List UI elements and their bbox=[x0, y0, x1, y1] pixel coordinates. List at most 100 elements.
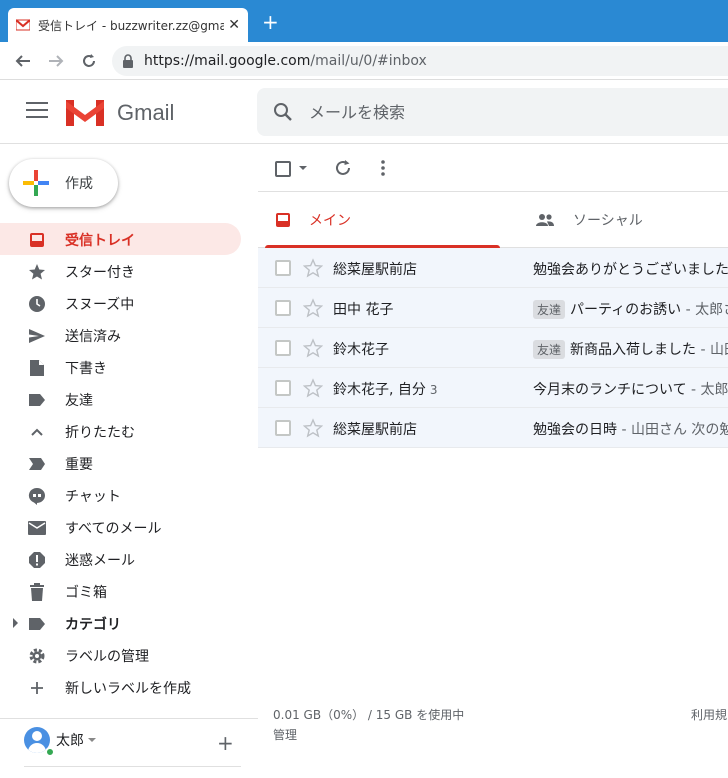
star-icon bbox=[28, 263, 46, 281]
sidebar-item-all-mail[interactable]: すべてのメール bbox=[0, 511, 250, 543]
message-list: 総菜屋駅前店 勉強会ありがとうございました 田中 花子 友達 パーティのお誘い -… bbox=[258, 248, 728, 448]
message-content: 友達パーティのお誘い - 太郎さ bbox=[533, 299, 728, 319]
sidebar-item-sent[interactable]: 送信済み bbox=[0, 319, 250, 351]
star-outline-icon[interactable] bbox=[303, 258, 323, 278]
spam-icon bbox=[28, 551, 46, 569]
message-content: 勉強会ありがとうございました bbox=[533, 259, 728, 279]
expand-arrow-icon[interactable] bbox=[13, 618, 18, 628]
table-row[interactable]: 鈴木花子, 自分3 今月末のランチについて - 太郎さ bbox=[258, 368, 728, 408]
select-dropdown-icon[interactable] bbox=[299, 166, 307, 170]
forward-arrow-icon[interactable] bbox=[46, 51, 66, 71]
more-options-icon[interactable] bbox=[380, 159, 386, 177]
reload-icon[interactable] bbox=[79, 51, 99, 71]
star-outline-icon[interactable] bbox=[303, 298, 323, 318]
refresh-icon[interactable] bbox=[334, 159, 352, 177]
sidebar-item-collapse[interactable]: 折りたたむ bbox=[0, 415, 250, 447]
sidebar-item-label: すべてのメール bbox=[65, 521, 162, 537]
table-row[interactable]: 鈴木花子 友達新商品入荷しました - 山田 bbox=[258, 328, 728, 368]
main-menu-icon[interactable] bbox=[26, 102, 48, 120]
message-snippet: - 山田 bbox=[700, 342, 728, 358]
row-checkbox[interactable] bbox=[275, 340, 291, 356]
gmail-logo-icon bbox=[66, 100, 104, 126]
sidebar-item-starred[interactable]: スター付き bbox=[0, 255, 250, 287]
row-checkbox[interactable] bbox=[275, 260, 291, 276]
tab-title: 受信トレイ - buzzwriter.zz@gmail.c bbox=[38, 18, 225, 33]
search-bar[interactable] bbox=[257, 88, 728, 136]
gear-icon bbox=[28, 647, 46, 665]
label-chip[interactable]: 友達 bbox=[533, 340, 566, 359]
browser-tab[interactable]: 受信トレイ - buzzwriter.zz@gmail.c ✕ bbox=[8, 8, 248, 42]
sidebar-item-snoozed[interactable]: スヌーズ中 bbox=[0, 287, 250, 319]
hangouts-user[interactable]: 太郎 bbox=[24, 727, 96, 753]
thread-count: 3 bbox=[429, 383, 438, 397]
row-checkbox[interactable] bbox=[275, 380, 291, 396]
bottom-divider bbox=[24, 766, 241, 767]
sidebar-item-label: スター付き bbox=[65, 265, 135, 281]
browser-tab-bar: 受信トレイ - buzzwriter.zz@gmail.c ✕ + bbox=[0, 0, 728, 42]
star-outline-icon[interactable] bbox=[303, 338, 323, 358]
message-sender: 鈴木花子, 自分 3 bbox=[333, 382, 438, 398]
mail-toolbar bbox=[258, 144, 728, 192]
sidebar-item-drafts[interactable]: 下書き bbox=[0, 351, 250, 383]
label-icon bbox=[28, 391, 46, 409]
message-subject: 勉強会ありがとうございました bbox=[533, 262, 728, 278]
sidebar-item-label: 迷惑メール bbox=[65, 553, 135, 569]
table-row[interactable]: 総菜屋駅前店 勉強会の日時 - 山田さん 次の勉 bbox=[258, 408, 728, 448]
table-row[interactable]: 総菜屋駅前店 勉強会ありがとうございました bbox=[258, 248, 728, 288]
trash-icon bbox=[28, 583, 46, 601]
mail-icon bbox=[28, 519, 46, 537]
tab-primary[interactable]: メイン bbox=[265, 192, 500, 248]
terms-link[interactable]: 利用規 bbox=[691, 706, 727, 723]
tab-social-label: ソーシャル bbox=[573, 213, 643, 229]
new-tab-button[interactable]: + bbox=[262, 12, 279, 32]
important-icon bbox=[28, 455, 46, 473]
compose-plus-icon bbox=[23, 170, 49, 196]
sidebar-item-important[interactable]: 重要 bbox=[0, 447, 250, 479]
sidebar-item-create-label[interactable]: 新しいラベルを作成 bbox=[0, 671, 250, 703]
sidebar-item-chat[interactable]: チャット bbox=[0, 479, 250, 511]
url-path: /mail/u/0/#inbox bbox=[310, 53, 427, 69]
send-icon bbox=[28, 327, 46, 345]
sidebar-item-friends[interactable]: 友達 bbox=[0, 383, 250, 415]
plus-icon bbox=[28, 679, 46, 697]
back-arrow-icon[interactable] bbox=[13, 51, 33, 71]
search-icon[interactable] bbox=[273, 102, 293, 122]
star-outline-icon[interactable] bbox=[303, 378, 323, 398]
inbox-icon bbox=[276, 213, 290, 227]
tab-social[interactable]: ソーシャル bbox=[525, 192, 643, 248]
message-sender: 田中 花子 bbox=[333, 302, 394, 318]
chevron-down-icon[interactable] bbox=[88, 738, 96, 742]
message-sender: 鈴木花子 bbox=[333, 342, 389, 358]
address-bar: https://mail.google.com/mail/u/0/#inbox bbox=[0, 42, 728, 80]
add-hangout-button[interactable]: + bbox=[217, 733, 234, 753]
compose-button[interactable]: 作成 bbox=[9, 159, 118, 207]
sidebar-item-inbox[interactable]: 受信トレイ bbox=[0, 223, 241, 255]
gmail-header: Gmail bbox=[0, 80, 728, 144]
chat-icon bbox=[28, 487, 46, 505]
row-checkbox[interactable] bbox=[275, 420, 291, 436]
url-field[interactable]: https://mail.google.com/mail/u/0/#inbox bbox=[112, 46, 728, 76]
select-all-checkbox[interactable] bbox=[275, 161, 291, 177]
search-input[interactable] bbox=[307, 101, 687, 123]
clock-icon bbox=[28, 295, 46, 313]
message-content: 友達新商品入荷しました - 山田 bbox=[533, 339, 728, 359]
sidebar-item-trash[interactable]: ゴミ箱 bbox=[0, 575, 250, 607]
manage-storage-link[interactable]: 管理 bbox=[273, 726, 297, 743]
category-tabs: メイン ソーシャル bbox=[258, 192, 728, 248]
row-checkbox[interactable] bbox=[275, 300, 291, 316]
sidebar-item-categories[interactable]: カテゴリ bbox=[0, 607, 250, 639]
online-status-icon bbox=[45, 747, 55, 757]
table-row[interactable]: 田中 花子 友達パーティのお誘い - 太郎さ bbox=[258, 288, 728, 328]
sidebar-item-spam[interactable]: 迷惑メール bbox=[0, 543, 250, 575]
sidebar-item-label: 下書き bbox=[65, 361, 107, 377]
star-outline-icon[interactable] bbox=[303, 418, 323, 438]
sidebar-item-label: 重要 bbox=[65, 457, 93, 473]
sidebar-item-label: カテゴリ bbox=[65, 617, 121, 633]
message-subject: 勉強会の日時 bbox=[533, 422, 617, 438]
label-chip[interactable]: 友達 bbox=[533, 300, 566, 319]
message-snippet: - 太郎さ bbox=[685, 302, 728, 318]
message-content: 今月末のランチについて - 太郎さ bbox=[533, 379, 728, 399]
sidebar-item-label: 新しいラベルを作成 bbox=[65, 681, 191, 697]
sidebar-item-manage-labels[interactable]: ラベルの管理 bbox=[0, 639, 250, 671]
close-tab-icon[interactable]: ✕ bbox=[228, 17, 240, 33]
